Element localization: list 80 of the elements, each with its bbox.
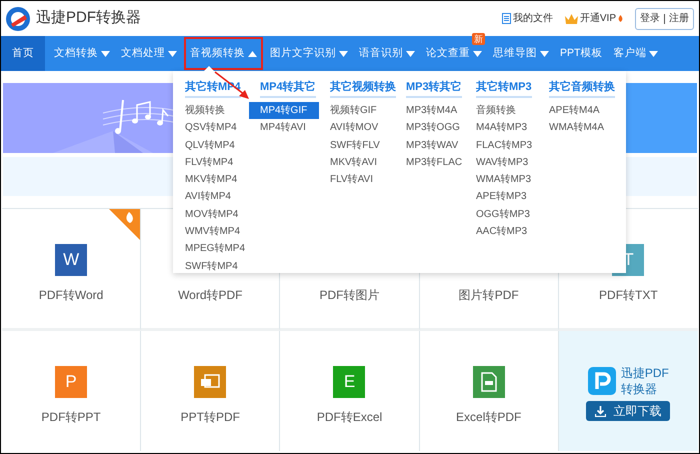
menu-item[interactable]: MP4转AVI [249, 119, 319, 137]
nav-item[interactable]: 思维导图 [488, 36, 554, 71]
tool-label: PDF转Excel [316, 409, 382, 426]
tool-label: Word转PDF [178, 287, 243, 304]
menu-item[interactable]: MKV转MP4 [174, 171, 249, 188]
download-icon [595, 406, 606, 416]
menu-heading: 其它音频转换 [549, 80, 615, 98]
menu-item[interactable]: MOV转MP4 [174, 206, 249, 224]
menu-item[interactable]: WMA转MP3 [465, 171, 538, 188]
tool-label: PDF转TXT [599, 287, 658, 304]
nav-item[interactable]: PPT模板 [555, 36, 608, 71]
tool-card[interactable]: E PDF转Excel [280, 331, 420, 451]
tool-label: PPT转PDF [180, 409, 240, 426]
app-name: 转换器 [620, 381, 658, 397]
menu-item[interactable]: MKV转AVI [319, 154, 395, 172]
menu-item[interactable]: MP3转M4A [395, 102, 465, 120]
menu-item[interactable]: SWF转MP4 [174, 258, 249, 275]
tool-icon: E [333, 366, 366, 398]
tool-icon: W [55, 244, 88, 276]
menu-item[interactable]: APE转M4A [538, 102, 618, 120]
menu-item[interactable]: QSV转MP4 [174, 119, 249, 137]
download-button[interactable]: 立即下载 [586, 401, 670, 421]
menu-item[interactable]: SWF转FLV [319, 136, 395, 154]
menu-item[interactable]: FLV转MP4 [174, 154, 249, 172]
tool-icon: P [55, 366, 88, 398]
menu-item[interactable]: AAC转MP3 [465, 223, 538, 240]
menu-item[interactable]: AVI转MP4 [174, 188, 249, 206]
tool-label: PDF转PPT [41, 409, 101, 426]
nav-item[interactable]: 语音识别 [354, 36, 420, 71]
crown-icon [564, 14, 578, 24]
flame-icon [618, 15, 623, 22]
menu-item[interactable]: WMV转MP4 [174, 223, 249, 240]
tool-card[interactable]: W PDF转Word [2, 209, 142, 331]
menu-item[interactable]: WMA转M4A [538, 119, 618, 137]
login-link[interactable]: 登录 [640, 11, 660, 26]
nav-item[interactable]: 图片文字识别 [265, 36, 353, 71]
menu-heading: 其它转MP3 [476, 80, 532, 98]
tool-card[interactable]: PPT转PDF [141, 331, 280, 451]
menu-item[interactable]: MP3转OGG [395, 119, 465, 137]
menu-item[interactable]: 音频转换 [465, 102, 538, 120]
nav-item[interactable]: 音视频转换 [183, 36, 264, 71]
nav-item[interactable]: 文档处理 [116, 36, 182, 71]
menu-heading: MP4转其它 [260, 80, 316, 98]
menu-item[interactable]: 视频转GIF [319, 102, 395, 120]
tool-card[interactable]: P PDF转PPT [2, 331, 142, 451]
tool-label: PDF转Word [38, 287, 104, 304]
nav-item[interactable]: 首页 [1, 36, 45, 71]
menu-item[interactable]: 视频转换 [174, 102, 249, 120]
menu-item[interactable]: AVI转MOV [319, 119, 395, 137]
logo-icon [5, 6, 31, 32]
tool-label: Excel转PDF [456, 409, 522, 426]
menu-heading: 其它视频转换 [330, 80, 396, 98]
menu-item[interactable]: MP3转FLAC [395, 154, 465, 172]
tool-label: PDF转图片 [319, 287, 380, 304]
new-badge: 新 [472, 33, 485, 45]
menu-item[interactable]: OGG转MP3 [465, 206, 538, 224]
register-link[interactable]: 注册 [669, 11, 689, 26]
header-link[interactable]: 开通VIP [564, 11, 623, 26]
nav-item[interactable]: 客户端 [608, 36, 664, 71]
menu-item[interactable]: FLV转AVI [319, 171, 395, 188]
menu-item[interactable]: MPEG转MP4 [174, 240, 249, 258]
menu-item[interactable]: MP4转GIF [249, 102, 319, 120]
tool-card[interactable]: Excel转PDF [420, 331, 559, 451]
header-link[interactable]: 我的文件 [502, 11, 553, 26]
document-icon [480, 372, 497, 392]
menu-heading: MP3转其它 [406, 80, 462, 98]
menu-item[interactable]: QLV转MP4 [174, 136, 249, 154]
site-title: 迅捷PDF转换器 [36, 8, 141, 28]
slide-icon [200, 374, 220, 390]
menu-item[interactable]: MP3转WAV [395, 136, 465, 154]
menu-item[interactable]: FLAC转MP3 [465, 136, 538, 154]
tool-label: 图片转PDF [458, 287, 519, 304]
menu-item[interactable]: APE转MP3 [465, 188, 538, 206]
app-logo-icon [588, 367, 616, 395]
nav-item[interactable]: 论文查重 新 [421, 36, 487, 71]
menu-item[interactable]: M4A转MP3 [465, 119, 538, 137]
menu-item[interactable]: WAV转MP3 [465, 154, 538, 172]
nav-item[interactable]: 文档转换 [49, 36, 115, 71]
app-name: 迅捷PDF [620, 365, 669, 381]
document-icon [502, 13, 511, 24]
